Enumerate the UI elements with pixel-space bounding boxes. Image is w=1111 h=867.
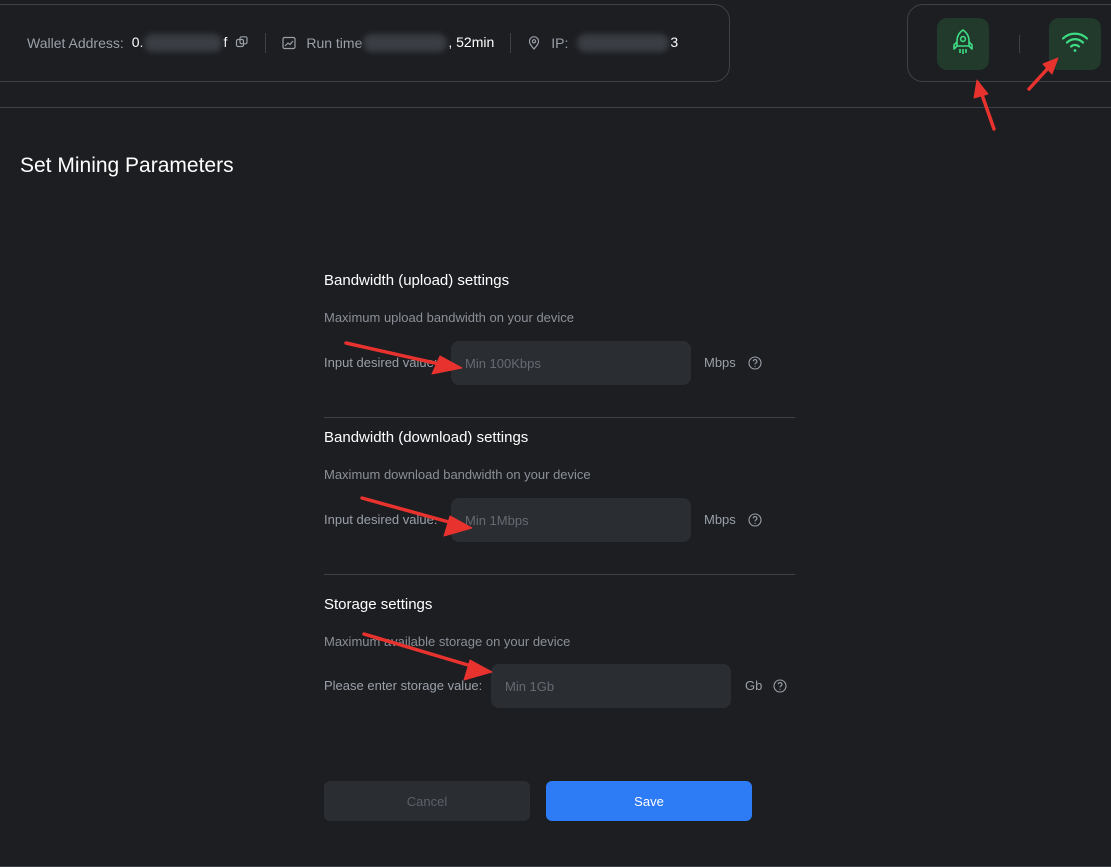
ip-suffix: 3 [670,33,679,50]
storage-help-icon[interactable] [773,679,787,693]
wallet-address-value: 0. f [131,33,228,53]
download-help-icon[interactable] [748,513,762,527]
upload-section-description: Maximum upload bandwidth on your device [324,310,575,325]
settings-panel [0,107,1111,867]
location-pin-icon [527,36,541,50]
section-divider [324,417,795,418]
network-status-button[interactable] [1049,18,1101,70]
runtime-suffix: , 52min [448,33,495,50]
upload-help-icon[interactable] [748,356,762,370]
download-field-label: Input desired value: [324,512,438,527]
storage-field-label: Please enter storage value: [324,678,483,693]
page-title: Set Mining Parameters [20,154,234,177]
status-panel [907,4,1111,82]
wallet-address-redacted [144,34,223,53]
mining-status-button[interactable] [937,18,989,70]
status-divider [1019,35,1020,53]
storage-section-description: Maximum available storage on your device [324,634,571,649]
runtime-label: Run time [306,35,363,51]
upload-bandwidth-input[interactable] [451,341,691,385]
storage-section-title: Storage settings [324,596,433,613]
wallet-address-label: Wallet Address: [27,35,124,51]
wallet-address-prefix: 0. [131,33,144,50]
ip-redacted [577,34,670,53]
chart-icon [282,36,296,50]
runtime-redacted [363,34,448,53]
node-info-bar: Wallet Address: 0. f Run time , 52min IP:… [0,4,730,82]
info-divider [265,33,267,53]
wifi-icon [1061,31,1089,58]
cancel-button[interactable]: Cancel [324,781,530,821]
info-divider [510,33,512,53]
upload-field-label: Input desired value: [324,355,438,370]
upload-unit: Mbps [704,355,736,370]
rocket-icon [950,28,976,61]
wallet-address-suffix: f [223,33,228,50]
ip-label: IP: [551,35,569,51]
storage-unit: Gb [745,678,763,693]
download-section-description: Maximum download bandwidth on your devic… [324,467,591,482]
download-unit: Mbps [704,512,736,527]
download-section-title: Bandwidth (download) settings [324,429,529,446]
download-bandwidth-input[interactable] [451,498,691,542]
ip-value: 3 [576,33,679,53]
storage-value-input[interactable] [491,664,731,708]
runtime-value: , 52min [362,33,495,53]
save-button[interactable]: Save [546,781,752,821]
copy-icon[interactable] [235,36,249,50]
section-divider [324,574,795,575]
upload-section-title: Bandwidth (upload) settings [324,272,510,289]
